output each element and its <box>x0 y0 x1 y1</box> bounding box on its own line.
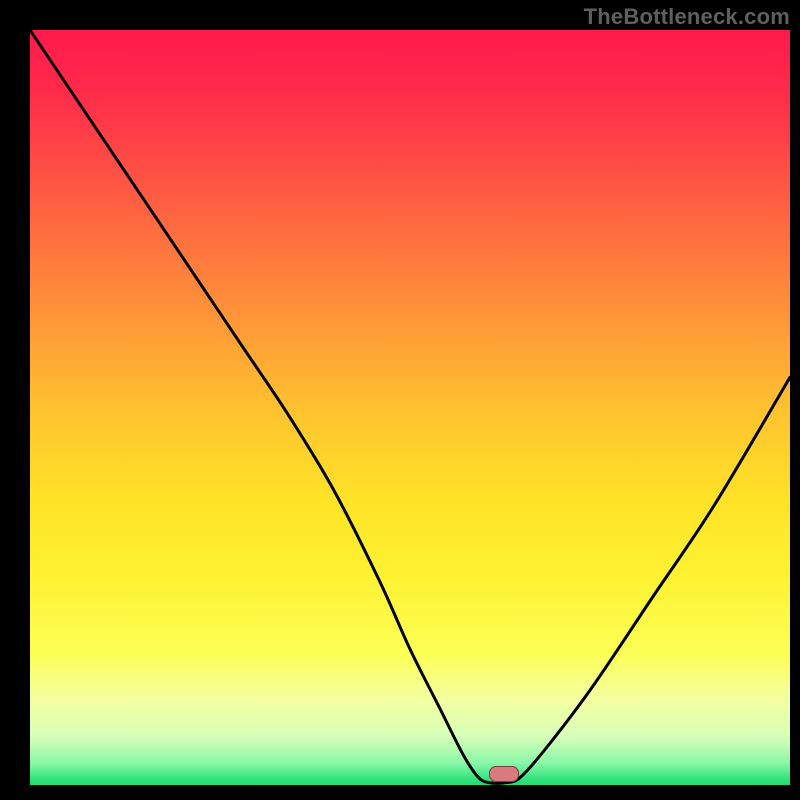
optimal-marker <box>489 766 519 782</box>
watermark-text: TheBottleneck.com <box>584 4 790 30</box>
chart-frame: TheBottleneck.com <box>0 0 800 800</box>
plot-area <box>30 30 790 785</box>
bottleneck-curve <box>30 30 790 785</box>
